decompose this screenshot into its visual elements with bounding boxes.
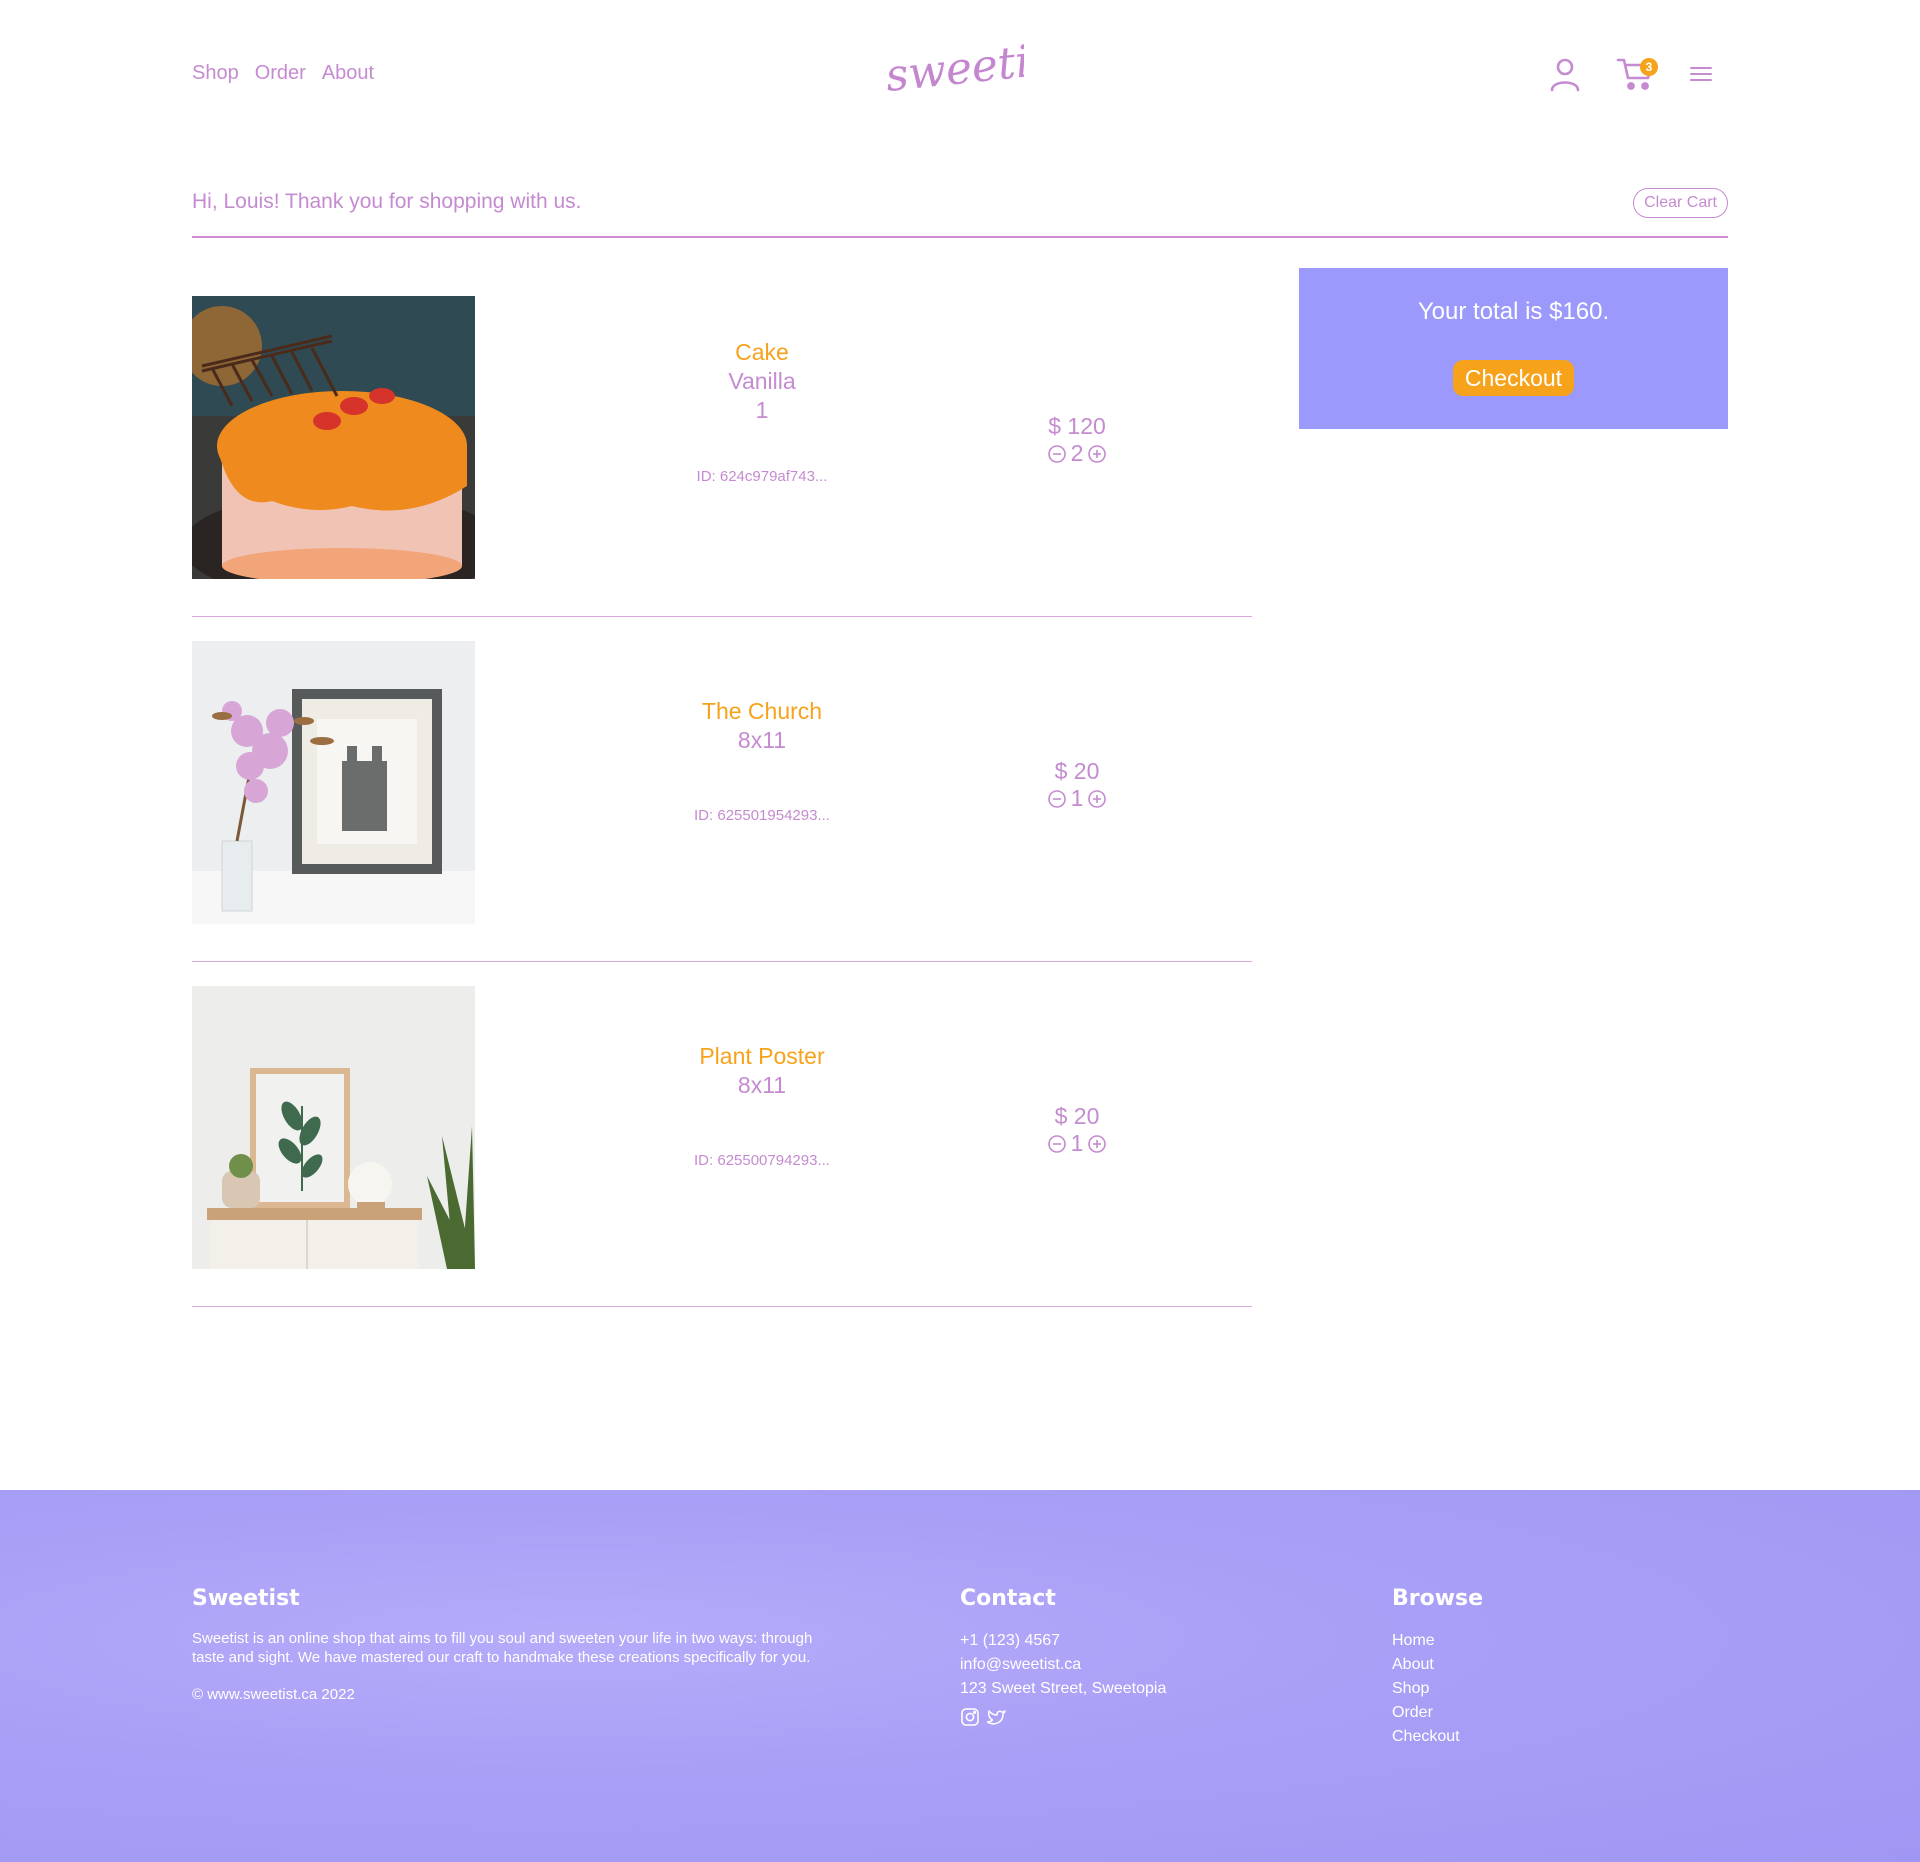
footer-description: taste and sight. We have mastered our cr…: [192, 1649, 811, 1666]
sweetist-logo[interactable]: sweetist: [884, 44, 1024, 100]
footer-browse-title: Browse: [1392, 1586, 1484, 1611]
nav-order-link[interactable]: Order: [255, 62, 306, 85]
item-price-qty: $ 20 1: [997, 1102, 1157, 1157]
quantity-stepper: 1: [997, 785, 1157, 812]
increase-quantity-icon[interactable]: [1087, 789, 1107, 809]
footer-contact: Contact +1 (123) 4567 info@sweetist.ca 1…: [960, 1586, 1166, 1727]
cart-item: Plant Poster 8x11 ID: 625500794293... $ …: [192, 962, 1252, 1307]
item-id: ID: 624c979af743...: [696, 468, 828, 485]
item-name[interactable]: Cake: [622, 338, 902, 367]
contact-address: 123 Sweet Street, Sweetopia: [960, 1680, 1167, 1697]
item-price-qty: $ 120 2: [997, 412, 1157, 467]
quantity-stepper: 1: [997, 1130, 1157, 1157]
checkout-button[interactable]: Checkout: [1453, 360, 1574, 396]
footer-about: Sweetist Sweetist is an online shop that…: [192, 1586, 852, 1704]
decrease-quantity-icon[interactable]: [1047, 789, 1067, 809]
item-price: $ 20: [1054, 1103, 1100, 1129]
increase-quantity-icon[interactable]: [1087, 1134, 1107, 1154]
item-id: ID: 625500794293...: [694, 1152, 830, 1169]
nav-shop-link[interactable]: Shop: [192, 62, 239, 85]
cart-item: Cake Vanilla 1 ID: 624c979af743... $ 120…: [192, 272, 1252, 617]
increase-quantity-icon[interactable]: [1087, 444, 1107, 464]
svg-text:sweetist: sweetist: [884, 44, 1024, 100]
item-info: Cake Vanilla 1 ID: 624c979af743...: [622, 338, 902, 485]
clear-cart-button[interactable]: Clear Cart: [1633, 188, 1728, 218]
item-info: The Church 8x11 ID: 625501954293...: [622, 697, 902, 824]
cart-item: The Church 8x11 ID: 625501954293... $ 20…: [192, 617, 1252, 962]
twitter-icon[interactable]: [986, 1707, 1006, 1727]
quantity-value: 1: [1070, 785, 1084, 811]
quantity-value: 2: [1070, 440, 1084, 466]
site-header: Shop Order About sweetist 3: [0, 0, 1920, 150]
cart-count-badge: 3: [1640, 58, 1658, 76]
footer-link-shop[interactable]: Shop: [1392, 1677, 1483, 1701]
shopping-cart-icon[interactable]: 3: [1616, 54, 1660, 94]
cake-product-image[interactable]: [192, 296, 475, 579]
footer-copyright: © www.sweetist.ca 2022: [192, 1686, 355, 1703]
contact-phone: +1 (123) 4567: [960, 1632, 1061, 1649]
item-price-qty: $ 20 1: [997, 757, 1157, 812]
social-links: [960, 1707, 1166, 1727]
plant-poster-product-image[interactable]: [192, 986, 475, 1269]
item-price: $ 20: [1054, 758, 1100, 784]
item-id: ID: 625501954293...: [694, 807, 830, 824]
nav-about-link[interactable]: About: [322, 62, 374, 85]
item-price: $ 120: [1048, 413, 1106, 439]
footer-about-title: Sweetist: [192, 1586, 300, 1611]
user-account-icon[interactable]: [1548, 56, 1582, 92]
item-name[interactable]: The Church: [622, 697, 902, 726]
quantity-stepper: 2: [997, 440, 1157, 467]
order-total-text: Your total is $160.: [1417, 298, 1610, 325]
decrease-quantity-icon[interactable]: [1047, 1134, 1067, 1154]
item-name[interactable]: Plant Poster: [622, 1042, 902, 1071]
footer-link-checkout[interactable]: Checkout: [1392, 1725, 1483, 1749]
item-info: Plant Poster 8x11 ID: 625500794293...: [622, 1042, 902, 1169]
greeting-text: Hi, Louis! Thank you for shopping with u…: [192, 190, 582, 213]
quantity-value: 1: [1070, 1130, 1084, 1156]
footer-link-home[interactable]: Home: [1392, 1629, 1483, 1653]
instagram-icon[interactable]: [960, 1707, 980, 1727]
item-variant: Vanilla: [728, 368, 796, 394]
item-variant: 1: [755, 397, 769, 423]
footer-link-about[interactable]: About: [1392, 1653, 1483, 1677]
footer-browse: Browse Home About Shop Order Checkout: [1392, 1586, 1483, 1749]
item-variant: 8x11: [737, 1072, 787, 1098]
hamburger-menu-icon[interactable]: [1690, 64, 1712, 84]
footer-description: Sweetist is an online shop that aims to …: [192, 1630, 813, 1647]
decrease-quantity-icon[interactable]: [1047, 444, 1067, 464]
item-variant: 8x11: [737, 727, 787, 753]
main-nav: Shop Order About: [192, 62, 374, 85]
footer-contact-title: Contact: [960, 1586, 1056, 1611]
order-summary-panel: Your total is $160. Checkout: [1299, 268, 1728, 429]
footer-link-order[interactable]: Order: [1392, 1701, 1483, 1725]
greeting-bar: Hi, Louis! Thank you for shopping with u…: [192, 186, 1728, 238]
site-footer: Sweetist Sweetist is an online shop that…: [0, 1490, 1920, 1862]
cart-item-list: Cake Vanilla 1 ID: 624c979af743... $ 120…: [192, 272, 1252, 1307]
church-print-product-image[interactable]: [192, 641, 475, 924]
contact-email: info@sweetist.ca: [960, 1656, 1082, 1673]
